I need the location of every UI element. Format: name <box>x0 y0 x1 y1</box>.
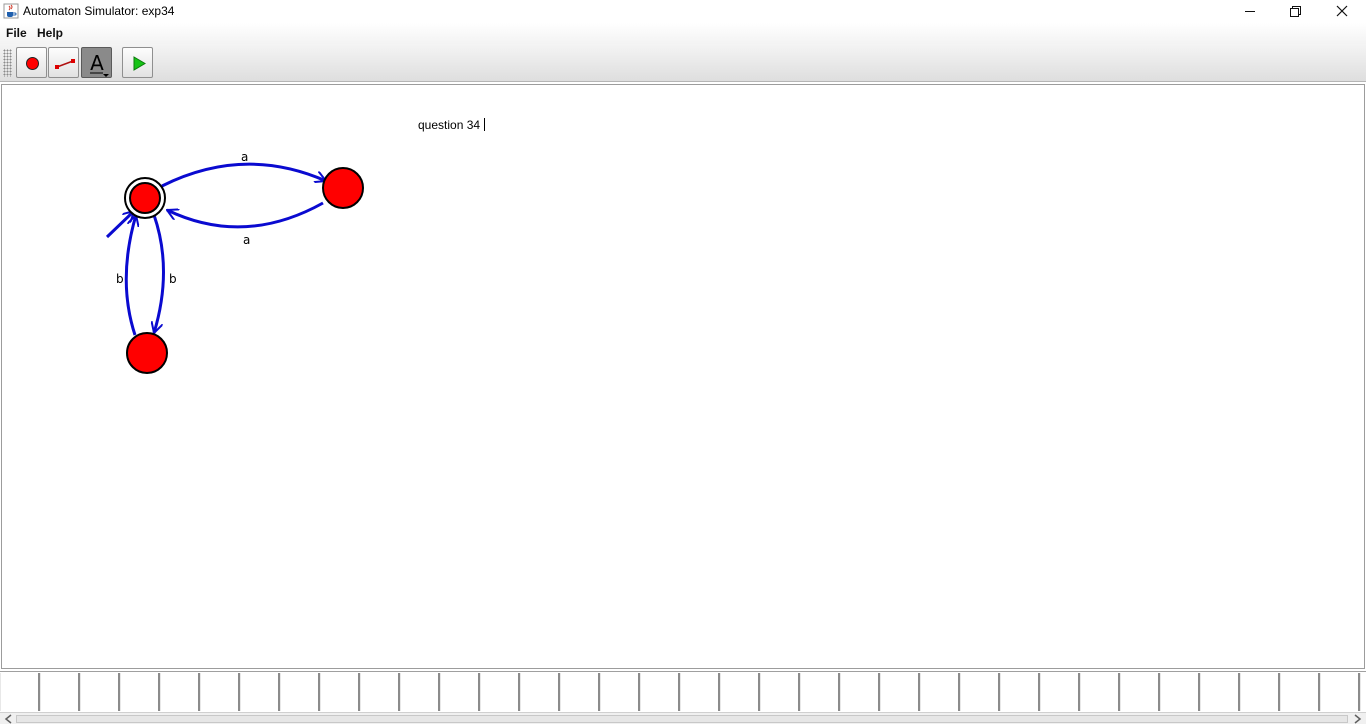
state-q1[interactable] <box>322 167 364 209</box>
java-cup-icon <box>3 3 19 19</box>
tape-cell[interactable] <box>1280 673 1320 711</box>
transition-tool-button[interactable] <box>48 47 79 78</box>
tape-cell[interactable] <box>1080 673 1120 711</box>
tape-cell[interactable] <box>720 673 760 711</box>
tape-cell[interactable] <box>1120 673 1160 711</box>
transition-q2-q0[interactable] <box>124 215 136 336</box>
tape-cell[interactable] <box>960 673 1000 711</box>
automaton-diagram: a a b b question 34 <box>105 118 485 374</box>
tape-cell[interactable] <box>320 673 360 711</box>
restore-icon <box>1290 6 1301 17</box>
scroll-left-icon[interactable] <box>2 713 16 725</box>
state-q0[interactable] <box>124 177 166 219</box>
transition-q0-q2[interactable] <box>154 214 165 333</box>
tape-cell[interactable] <box>0 673 40 711</box>
menu-help[interactable]: Help <box>37 26 63 40</box>
window-title: Automaton Simulator: exp34 <box>23 4 175 18</box>
transition-label-q1-q0: a <box>243 233 250 247</box>
title-bar: Automaton Simulator: exp34 <box>0 0 1366 23</box>
transition-line-icon <box>55 59 75 69</box>
tape-cells <box>0 673 1366 711</box>
minimize-button[interactable] <box>1227 0 1273 23</box>
tape-cell[interactable] <box>760 673 800 711</box>
tape-cell[interactable] <box>920 673 960 711</box>
menu-file[interactable]: File <box>6 26 27 40</box>
transition-label-q0-q1: a <box>241 150 248 164</box>
canvas-note[interactable]: question 34 <box>418 118 480 132</box>
tape-cell[interactable] <box>880 673 920 711</box>
tape-cell[interactable] <box>40 673 80 711</box>
menu-bar: File Help <box>0 23 1366 44</box>
state-tool-button[interactable] <box>16 47 47 78</box>
tape-cell[interactable] <box>520 673 560 711</box>
tape-cell[interactable] <box>1040 673 1080 711</box>
simulate-tool-button[interactable] <box>122 47 153 78</box>
automaton-canvas[interactable]: a a b b question 34 <box>1 84 1365 669</box>
tape-cell[interactable] <box>1000 673 1040 711</box>
tape-cell[interactable] <box>160 673 200 711</box>
tape-cell[interactable] <box>200 673 240 711</box>
tape-cell[interactable] <box>640 673 680 711</box>
tape-cell[interactable] <box>680 673 720 711</box>
tape-cell[interactable] <box>840 673 880 711</box>
red-circle-icon <box>26 57 39 70</box>
tape-cell[interactable] <box>1320 673 1360 711</box>
transition-label-q0-q2: b <box>169 272 177 286</box>
tape-cell[interactable] <box>360 673 400 711</box>
horizontal-scrollbar[interactable] <box>0 712 1366 724</box>
tape-cell[interactable] <box>560 673 600 711</box>
tape-cell[interactable] <box>1240 673 1280 711</box>
transition-q0-q1[interactable] <box>161 162 326 188</box>
scroll-thumb[interactable] <box>16 715 1348 723</box>
tape-cell[interactable] <box>800 673 840 711</box>
tape-cell[interactable] <box>1360 673 1366 711</box>
tape-cell[interactable] <box>120 673 160 711</box>
tape-cell[interactable] <box>1160 673 1200 711</box>
tape-cell[interactable] <box>480 673 520 711</box>
input-tape <box>0 671 1366 712</box>
transition-label-q2-q0: b <box>116 272 124 286</box>
tape-cell[interactable] <box>80 673 120 711</box>
tape-cell[interactable] <box>240 673 280 711</box>
minimize-icon <box>1245 11 1255 12</box>
tape-cell[interactable] <box>1200 673 1240 711</box>
toolbar: A <box>0 44 1366 82</box>
letter-a-icon: A <box>90 51 109 77</box>
scroll-right-icon[interactable] <box>1350 713 1364 725</box>
close-icon <box>1336 5 1348 17</box>
text-tool-glyph: A <box>90 51 104 75</box>
tape-cell[interactable] <box>600 673 640 711</box>
play-icon <box>133 56 146 71</box>
tape-cell[interactable] <box>400 673 440 711</box>
tape-cell[interactable] <box>280 673 320 711</box>
close-button[interactable] <box>1319 0 1365 23</box>
restore-button[interactable] <box>1273 0 1319 23</box>
transition-q1-q0[interactable] <box>167 201 324 229</box>
text-tool-button[interactable]: A <box>81 47 112 78</box>
state-q2[interactable] <box>126 332 168 374</box>
toolbar-grip[interactable] <box>3 49 12 77</box>
tape-cell[interactable] <box>440 673 480 711</box>
